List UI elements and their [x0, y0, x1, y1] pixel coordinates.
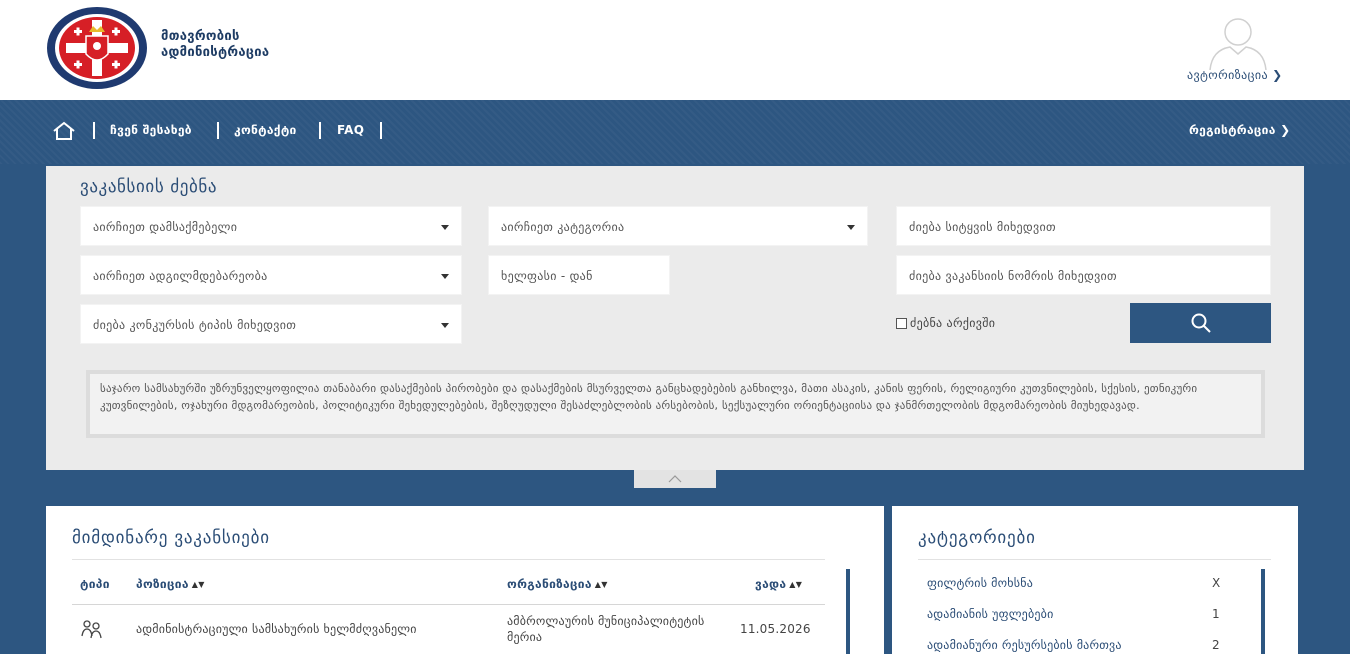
logo-line-2: ადმინისტრაცია: [161, 45, 270, 60]
salary-from-input[interactable]: ხელფასი - დან: [488, 255, 670, 295]
vacancy-organization: ამბროლაურის მუნიციპალიტეტის მერია: [507, 613, 704, 645]
divider: [72, 604, 825, 605]
nav-separator: [380, 122, 382, 139]
column-header-type: ტიპი: [80, 577, 110, 591]
sort-icon[interactable]: ▲▼: [789, 580, 802, 589]
home-icon[interactable]: [52, 121, 76, 141]
vacancy-deadline: 11.05.2026: [740, 622, 811, 636]
register-link[interactable]: რეგისტრაცია ❯: [1189, 123, 1291, 137]
sort-icon[interactable]: ▲▼: [595, 580, 608, 589]
categories-scrollbar[interactable]: [1261, 569, 1265, 654]
dropdown-caret-icon: [441, 225, 449, 230]
search-icon: [1191, 313, 1211, 333]
column-header-deadline-label: ვადა: [755, 577, 787, 591]
nav-separator: [319, 122, 321, 139]
dropdown-caret-icon: [441, 274, 449, 279]
search-panel-title: ვაკანსიის ძებნა: [80, 177, 218, 197]
nav-contact[interactable]: კონტაქტი: [234, 123, 297, 137]
archive-search-checkbox[interactable]: ძებნა არქივში: [896, 316, 995, 330]
nav-about[interactable]: ჩვენ შესახებ: [110, 123, 192, 137]
nav-separator: [93, 122, 95, 139]
category-count: 2: [1212, 638, 1220, 652]
nav-faq[interactable]: FAQ: [337, 123, 364, 137]
contest-type-select-label: ძიება კონკურსის ტიპის მიხედვით: [93, 318, 297, 332]
main-navbar: [0, 100, 1350, 164]
vacancies-scrollbar[interactable]: [846, 569, 850, 654]
dropdown-caret-icon: [441, 323, 449, 328]
column-header-deadline[interactable]: ვადა ▲▼: [755, 577, 802, 591]
category-count: 1: [1212, 607, 1220, 621]
site-logo-text[interactable]: მთავრობის ადმინისტრაცია: [161, 29, 269, 61]
login-link[interactable]: ავტორიზაცია ❯: [1187, 68, 1283, 82]
column-header-organization[interactable]: ორგანიზაცია ▲▼: [507, 577, 608, 591]
user-avatar-icon[interactable]: [1206, 12, 1270, 70]
location-select[interactable]: აირჩიეთ ადგილმდებარეობა: [80, 255, 462, 295]
vacancy-number-placeholder: ძიება ვაკანსიის ნომრის მიხედვით: [909, 269, 1117, 283]
divider: [918, 559, 1271, 560]
vacancy-type-icon: [81, 620, 102, 639]
category-select[interactable]: აირჩიეთ კატეგორია: [488, 206, 868, 246]
column-header-organization-label: ორგანიზაცია: [507, 577, 592, 591]
divider: [72, 559, 825, 560]
clear-filter-icon[interactable]: X: [1212, 576, 1220, 590]
sort-icon[interactable]: ▲▼: [192, 580, 205, 589]
categories-title: კატეგორიები: [918, 528, 1036, 548]
keyword-search-input[interactable]: ძიება სიტყვის მიხედვით: [896, 206, 1271, 246]
category-clear-filter[interactable]: ფილტრის მოხსნა: [927, 576, 1033, 590]
checkbox-box[interactable]: [896, 317, 907, 329]
column-header-position-label: პოზიცია: [136, 577, 189, 591]
chevron-up-icon: [668, 475, 682, 483]
contest-type-select[interactable]: ძიება კონკურსის ტიპის მიხედვით: [80, 304, 462, 344]
nav-separator: [217, 122, 219, 139]
collapse-search-toggle[interactable]: [634, 470, 716, 488]
archive-search-label: ძებნა არქივში: [910, 316, 996, 330]
location-select-label: აირჩიეთ ადგილმდებარეობა: [93, 269, 268, 283]
category-item[interactable]: ადამიანური რესურსების მართვა: [927, 638, 1122, 652]
keyword-search-placeholder: ძიება სიტყვის მიხედვით: [909, 220, 1056, 234]
organization-line-2: მერია: [507, 630, 543, 644]
dropdown-caret-icon: [847, 225, 855, 230]
search-button[interactable]: [1130, 303, 1271, 343]
column-header-position[interactable]: პოზიცია ▲▼: [136, 577, 205, 591]
category-item[interactable]: ადამიანის უფლებები: [927, 607, 1054, 621]
category-select-label: აირჩიეთ კატეგორია: [501, 220, 625, 234]
salary-from-placeholder: ხელფასი - დან: [501, 269, 593, 283]
organization-line-1: ამბროლაურის მუნიციპალიტეტის: [507, 614, 705, 628]
logo-line-1: მთავრობის: [161, 29, 240, 44]
vacancy-position-link[interactable]: ადმინისტრაციული სამსახურის ხელმძღვანელი: [136, 622, 417, 636]
employer-select[interactable]: აირჩიეთ დამსაქმებელი: [80, 206, 462, 246]
vacancies-title: მიმდინარე ვაკანსიები: [72, 528, 270, 548]
column-header-type-label: ტიპი: [80, 577, 110, 591]
employer-select-label: აირჩიეთ დამსაქმებელი: [93, 220, 238, 234]
government-seal-logo[interactable]: [46, 6, 148, 90]
equal-opportunity-notice: საჯარო სამსახურში უზრუნველყოფილია თანაბა…: [86, 370, 1265, 438]
vacancy-number-input[interactable]: ძიება ვაკანსიის ნომრის მიხედვით: [896, 255, 1271, 295]
